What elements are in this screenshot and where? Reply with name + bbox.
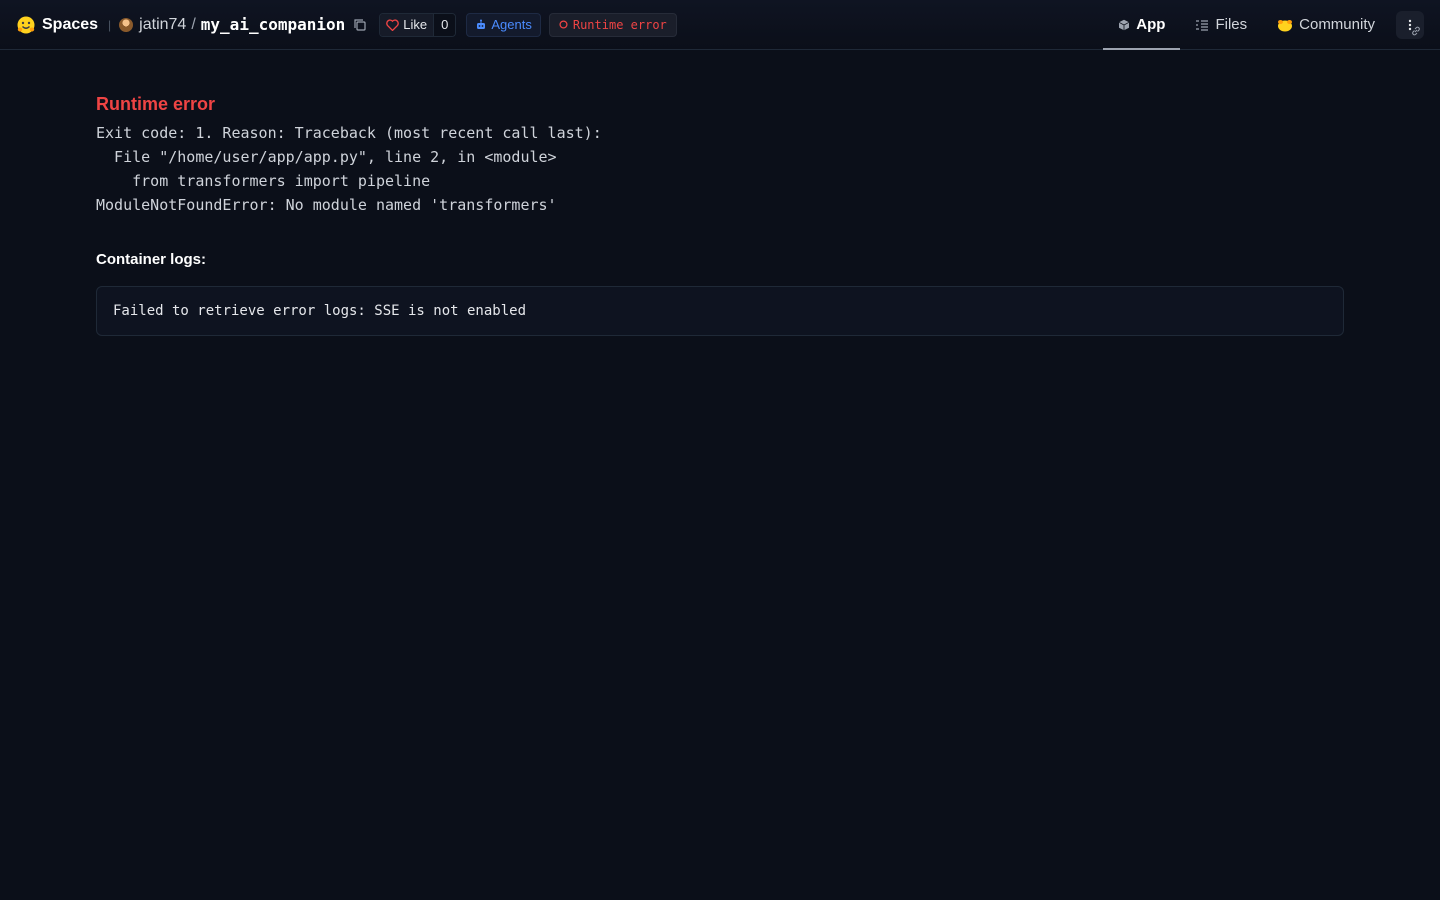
more-options-button[interactable] (1396, 10, 1424, 39)
spaces-label: Spaces (42, 15, 99, 33)
link-icon (1412, 26, 1420, 35)
repo-path: jatin74 / my_ai_companion (119, 15, 345, 34)
breadcrumb-separator: | (108, 17, 112, 32)
like-button[interactable]: Like (380, 13, 435, 36)
container-logs-box: Failed to retrieve error logs: SSE is no… (96, 286, 1344, 336)
tab-community-label: Community (1299, 16, 1375, 33)
like-group: Like 0 (379, 12, 457, 37)
owner-avatar (119, 17, 134, 32)
error-traceback: Exit code: 1. Reason: Traceback (most re… (96, 124, 602, 214)
tab-app[interactable]: App (1103, 0, 1181, 50)
robot-icon (477, 19, 486, 29)
copy-icon[interactable] (353, 18, 367, 32)
error-title: Runtime error (96, 94, 216, 114)
community-icon (1278, 19, 1293, 31)
like-label: Like (403, 17, 428, 32)
container-logs-message: Failed to retrieve error logs: SSE is no… (113, 303, 527, 319)
status-circle-icon (559, 20, 568, 29)
status-badge: Runtime error (548, 12, 677, 37)
tab-files[interactable]: Files (1180, 0, 1262, 49)
container-logs-title: Container logs: (96, 251, 207, 268)
status-label: Runtime error (572, 17, 667, 32)
spaces-link[interactable]: Spaces (16, 15, 98, 35)
agents-label: Agents (491, 17, 532, 32)
like-count[interactable]: 0 (434, 13, 456, 36)
tab-community[interactable]: Community (1262, 0, 1390, 49)
heart-icon (386, 18, 400, 31)
tab-files-label: Files (1215, 16, 1248, 33)
breadcrumb: Spaces | jatin74 / my_ai_companion Like … (16, 0, 677, 49)
path-slash: / (191, 15, 196, 33)
hugging-face-logo-icon (17, 16, 35, 33)
cube-icon (1119, 19, 1130, 30)
main-content: Runtime error Exit code: 1. Reason: Trac… (0, 50, 1440, 380)
tab-app-label: App (1136, 16, 1166, 33)
repo-name-link[interactable]: my_ai_companion (201, 15, 346, 34)
tab-bar: App Files Community (1103, 0, 1424, 50)
owner-link[interactable]: jatin74 (139, 16, 186, 34)
files-icon (1196, 19, 1209, 31)
top-nav: Spaces | jatin74 / my_ai_companion Like … (0, 0, 1440, 50)
agents-button[interactable]: Agents (466, 12, 541, 37)
